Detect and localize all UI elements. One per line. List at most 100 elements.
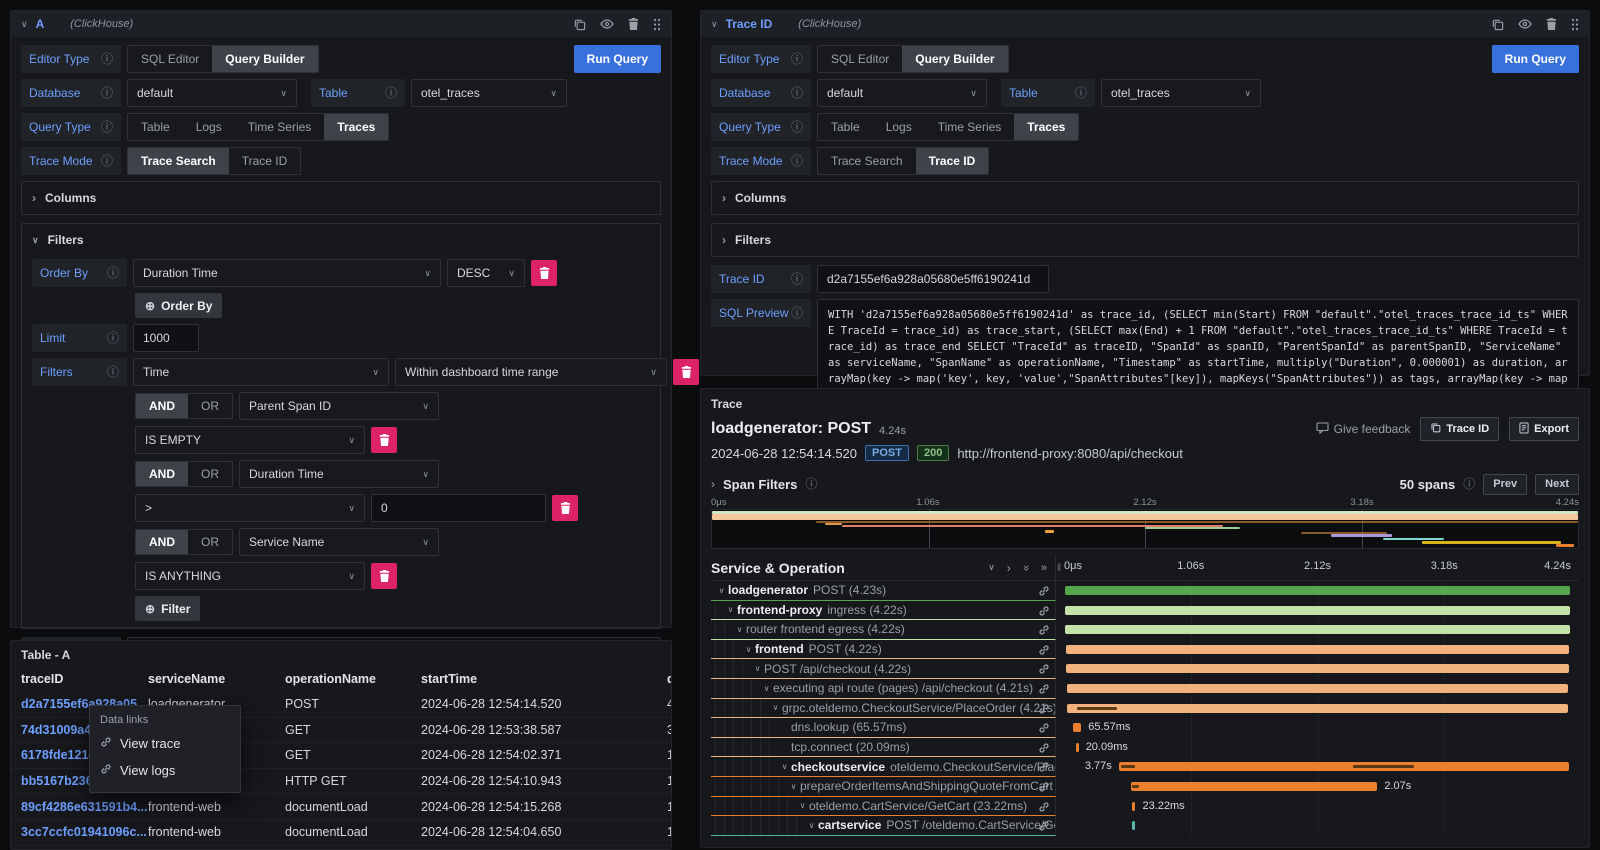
chevron-down-icon[interactable]: ∨ (760, 684, 773, 693)
column-header-duration[interactable]: duration (667, 672, 672, 686)
info-icon[interactable]: ⓘ (1075, 87, 1087, 99)
next-button[interactable]: Next (1535, 474, 1579, 495)
info-icon[interactable]: ⓘ (1463, 478, 1475, 490)
chevron-down-icon[interactable]: ∨ (796, 801, 809, 810)
condition-field-select[interactable]: Service Name∨ (239, 528, 439, 556)
span-duration-bar[interactable] (1131, 782, 1377, 791)
filters-section-header[interactable]: ∨Filters (32, 231, 650, 249)
span-row[interactable]: ∨grpc.oteldemo.CheckoutService/PlaceOrde… (711, 699, 1579, 719)
chevron-down-icon[interactable]: ∨ (724, 605, 737, 614)
condition-value-input[interactable]: 0 (371, 494, 546, 522)
view-trace-link[interactable]: View trace (100, 730, 230, 757)
link-icon[interactable] (1038, 760, 1050, 777)
info-icon[interactable]: ⓘ (101, 87, 113, 99)
trace-id-link[interactable]: 89cf4286e631591b4... (21, 800, 148, 814)
link-icon[interactable] (1038, 702, 1050, 719)
chevron-down-icon[interactable]: ∨ (733, 625, 746, 634)
add-filter-button[interactable]: ⊕Filter (135, 596, 200, 621)
trace-mode-trace-search[interactable]: Trace Search (818, 148, 916, 174)
info-icon[interactable]: ⓘ (791, 53, 803, 65)
span-duration-bar[interactable] (1066, 645, 1570, 654)
remove-condition-button[interactable] (552, 495, 578, 521)
editor-type-query-builder[interactable]: Query Builder (902, 46, 1007, 72)
chevron-right-icon[interactable]: › (711, 477, 715, 491)
remove-order-by-button[interactable] (531, 260, 557, 286)
remove-condition-button[interactable] (371, 563, 397, 589)
link-icon[interactable] (1038, 604, 1050, 621)
remove-filter-button[interactable] (673, 359, 699, 385)
span-duration-bar[interactable] (1065, 586, 1570, 595)
query-type-time-series[interactable]: Time Series (235, 114, 325, 140)
condition-operator-select[interactable]: IS EMPTY∨ (135, 426, 365, 454)
link-icon[interactable] (1038, 800, 1050, 817)
collapse-chevron-icon[interactable]: ∨ (21, 19, 28, 30)
info-icon[interactable]: ⓘ (791, 87, 803, 99)
collapse-chevron-icon[interactable]: ∨ (711, 19, 718, 30)
duplicate-icon[interactable] (1491, 18, 1504, 31)
span-row[interactable]: ∨loadgeneratorPOST (4.23s) (711, 581, 1579, 601)
link-icon[interactable] (1038, 584, 1050, 601)
collapse-all-icon[interactable]: » (1020, 564, 1032, 570)
trash-icon[interactable] (628, 18, 639, 30)
filter-field-select[interactable]: Time∨ (133, 358, 389, 386)
query-panel-trace-id-header[interactable]: ∨ Trace ID (ClickHouse) (701, 11, 1589, 37)
columns-section-header[interactable]: ›Columns (32, 189, 650, 207)
run-query-button[interactable]: Run Query (574, 45, 661, 73)
span-row[interactable]: ∨checkoutserviceoteldemo.CheckoutService… (711, 757, 1579, 777)
link-icon[interactable] (1038, 682, 1050, 699)
query-type-table[interactable]: Table (128, 114, 183, 140)
link-icon[interactable] (1038, 721, 1050, 738)
trace-mode-trace-id[interactable]: Trace ID (229, 148, 301, 174)
link-icon[interactable] (1038, 819, 1050, 836)
order-by-direction-select[interactable]: DESC∨ (447, 259, 525, 287)
info-icon[interactable]: ⓘ (791, 155, 803, 167)
span-duration-bar[interactable] (1066, 664, 1570, 673)
remove-condition-button[interactable] (371, 427, 397, 453)
trace-mode-trace-id[interactable]: Trace ID (916, 148, 989, 174)
expand-one-icon[interactable]: › (1007, 561, 1011, 575)
condition-operator-select[interactable]: >∨ (135, 494, 365, 522)
chevron-down-icon[interactable]: ∨ (769, 703, 782, 712)
bool-option-or[interactable]: OR (188, 462, 232, 486)
give-feedback-link[interactable]: Give feedback (1316, 422, 1411, 437)
bool-option-or[interactable]: OR (188, 530, 232, 554)
view-logs-link[interactable]: View logs (100, 757, 230, 784)
query-type-logs[interactable]: Logs (183, 114, 235, 140)
database-select[interactable]: default∨ (127, 79, 297, 107)
eye-icon[interactable] (1518, 19, 1532, 29)
span-duration-bar[interactable] (1065, 606, 1570, 615)
info-icon[interactable]: ⓘ (101, 155, 113, 167)
collapse-one-icon[interactable]: ∨ (988, 562, 995, 573)
trash-icon[interactable] (1546, 18, 1557, 30)
chevron-down-icon[interactable]: ∨ (805, 821, 818, 830)
span-row[interactable]: ∨router frontend egress (4.22s) (711, 620, 1579, 640)
query-type-traces[interactable]: Traces (324, 114, 388, 140)
span-row[interactable]: ∨prepareOrderItemsAndShippingQuoteFromCa… (711, 777, 1579, 797)
span-row[interactable]: ∨frontend-proxyingress (4.22s) (711, 601, 1579, 621)
column-header-traceid[interactable]: traceID (21, 672, 148, 686)
trace-mode-trace-search[interactable]: Trace Search (128, 148, 229, 174)
query-panel-a-header[interactable]: ∨ A (ClickHouse) (11, 11, 671, 37)
query-type-time-series[interactable]: Time Series (925, 114, 1015, 140)
span-row[interactable]: ∨executing api route (pages) /api/checko… (711, 679, 1579, 699)
trace-minimap[interactable] (711, 509, 1579, 549)
link-icon[interactable] (1038, 643, 1050, 660)
column-resize-handle[interactable]: ‖ (1057, 563, 1062, 574)
bool-option-and[interactable]: AND (136, 394, 188, 418)
link-icon[interactable] (1038, 623, 1050, 640)
condition-field-select[interactable]: Parent Span ID∨ (239, 392, 439, 420)
span-row[interactable]: tcp.connect (20.09ms)20.09ms (711, 738, 1579, 758)
add-order-by-button[interactable]: ⊕Order By (135, 293, 222, 318)
info-icon[interactable]: ⓘ (385, 87, 397, 99)
span-row[interactable]: ∨POST /api/checkout (4.22s) (711, 659, 1579, 679)
duplicate-icon[interactable] (573, 18, 586, 31)
info-icon[interactable]: ⓘ (101, 53, 113, 65)
bool-option-and[interactable]: AND (136, 530, 188, 554)
table-select[interactable]: otel_traces∨ (1101, 79, 1261, 107)
column-header-operationname[interactable]: operationName (285, 672, 421, 686)
filter-value-select[interactable]: Within dashboard time range∨ (395, 358, 667, 386)
info-icon[interactable]: ⓘ (805, 478, 817, 490)
columns-section-header[interactable]: ›Columns (722, 189, 1568, 207)
span-row[interactable]: ∨cartservicePOST /oteldemo.CartService/G… (711, 816, 1579, 836)
order-by-field-select[interactable]: Duration Time∨ (133, 259, 441, 287)
